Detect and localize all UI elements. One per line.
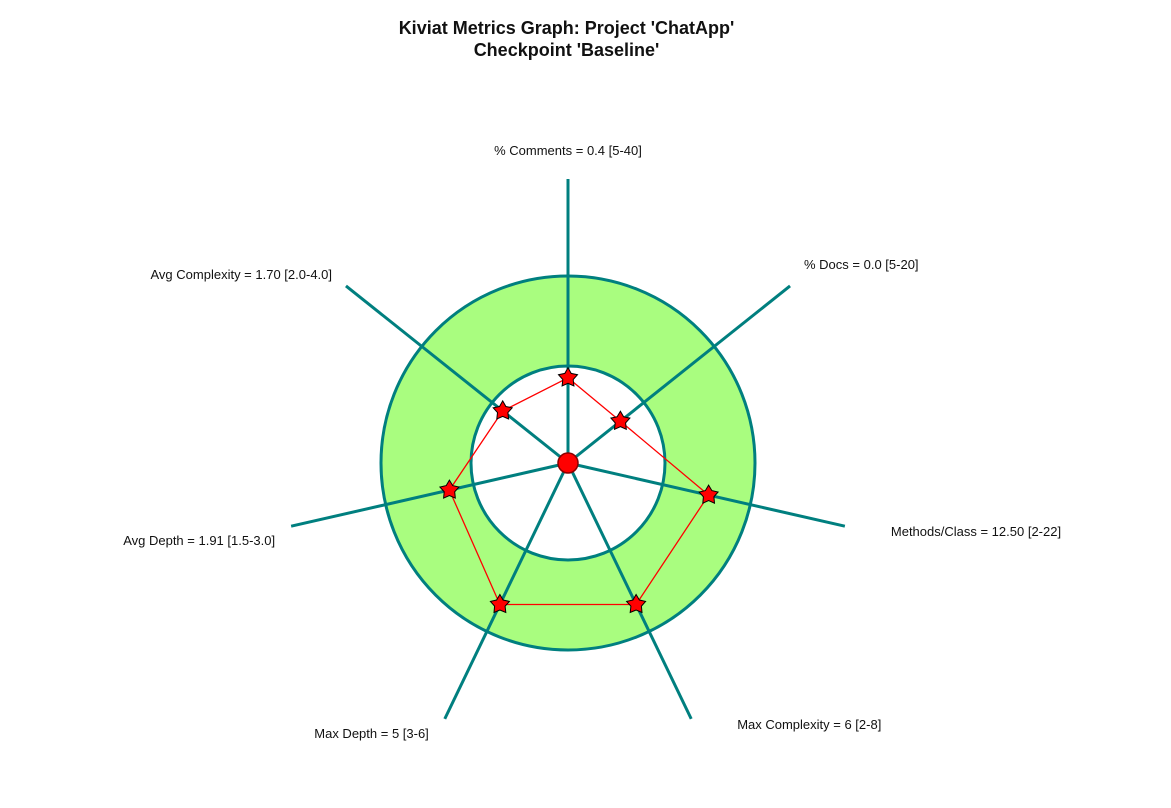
axis-label-avg-depth: Avg Depth = 1.91 [1.5-3.0] bbox=[123, 533, 275, 548]
center-value-dot bbox=[557, 452, 579, 474]
kiviat-chart: % Comments = 0.4 [5-40] % Docs = 0.0 [5-2… bbox=[123, 143, 1061, 741]
axis-label-pct-comments: % Comments = 0.4 [5-40] bbox=[494, 143, 642, 158]
axis-label-max-depth: Max Depth = 5 [3-6] bbox=[314, 726, 429, 741]
axis-label-avg-complexity: Avg Complexity = 1.70 [2.0-4.0] bbox=[151, 267, 333, 282]
axis-label-methods-class: Methods/Class = 12.50 [2-22] bbox=[891, 524, 1061, 539]
axis-label-pct-docs: % Docs = 0.0 [5-20] bbox=[804, 257, 919, 272]
axis-label-max-complexity: Max Complexity = 6 [2-8] bbox=[737, 717, 881, 732]
